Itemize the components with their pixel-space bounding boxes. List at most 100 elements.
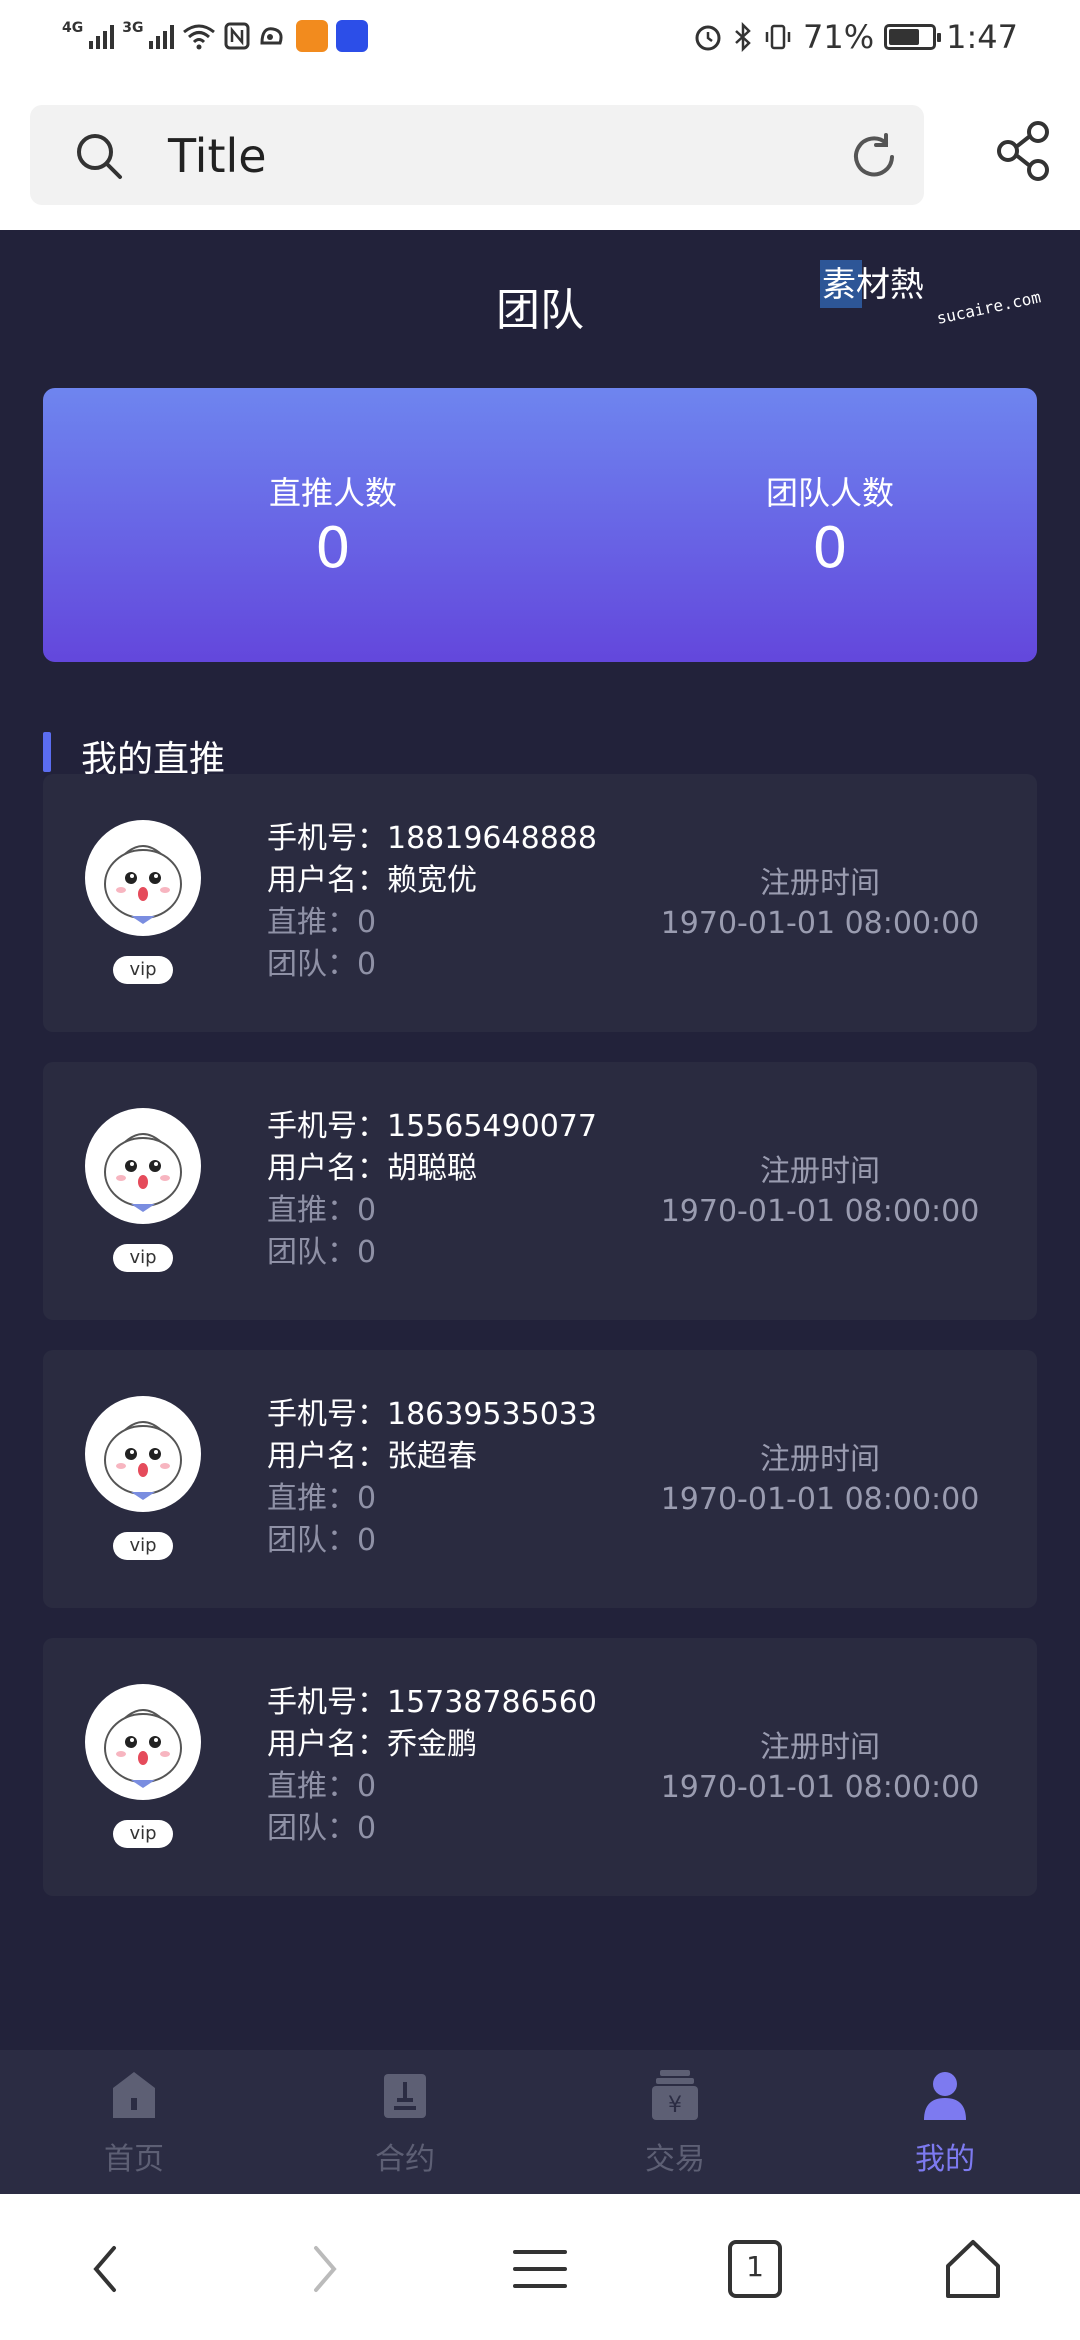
member-team: 团队：0	[267, 1811, 377, 1846]
member-info: 手机号：15565490077 用户名：胡聪聪 直推：0 团队：0	[267, 1106, 597, 1274]
member-team: 团队：0	[267, 1235, 377, 1270]
tab-contract[interactable]: 合约	[335, 2068, 475, 2178]
battery-icon	[884, 24, 942, 50]
tab-label: 合约	[375, 2142, 435, 2177]
bottom-tab-bar: 首页 合约 ¥ 交易 我的	[0, 2050, 1080, 2194]
member-info: 手机号：18819648888 用户名：赖宽优 直推：0 团队：0	[267, 818, 597, 986]
member-team: 团队：0	[267, 947, 377, 982]
app-content: 团队 素材熱 sucaire.com 直推人数 0 团队人数 0 我的直推 vi…	[0, 230, 1080, 2050]
avatar	[85, 1108, 201, 1224]
trade-icon: ¥	[652, 2070, 698, 2120]
share-icon[interactable]	[994, 118, 1054, 184]
browser-bar: Title	[0, 80, 1080, 230]
team-stat: 团队人数 0	[680, 468, 980, 581]
member-username: 用户名：张超春	[267, 1439, 477, 1474]
svg-text:素材熱: 素材熱	[822, 265, 924, 305]
member-direct: 直推：0	[267, 905, 377, 940]
network-type-2: 3G	[122, 20, 144, 36]
tab-label: 交易	[645, 2142, 705, 2177]
section-accent-bar	[43, 732, 51, 772]
avatar	[85, 1396, 201, 1512]
member-phone: 手机号：15565490077	[267, 1109, 597, 1144]
member-info: 手机号：18639535033 用户名：张超春 直推：0 团队：0	[267, 1394, 597, 1562]
search-icon[interactable]	[74, 131, 124, 181]
tab-trade[interactable]: ¥ 交易	[605, 2068, 745, 2178]
back-icon[interactable]	[72, 2234, 142, 2304]
reload-icon[interactable]	[846, 129, 902, 185]
contract-icon	[384, 2074, 426, 2118]
member-username: 用户名：胡聪聪	[267, 1151, 477, 1186]
member-direct: 直推：0	[267, 1193, 377, 1228]
watermark-logo: 素材熱 sucaire.com	[820, 260, 1043, 328]
clock: 1:47	[946, 18, 1018, 56]
tab-label: 首页	[104, 2142, 164, 2177]
app-icon-orange	[296, 20, 329, 52]
profile-icon	[924, 2072, 966, 2120]
member-card[interactable]: vip 手机号：15565490077 用户名：胡聪聪 直推：0 团队：0 注册…	[43, 1062, 1037, 1320]
signal-icon	[89, 23, 115, 49]
member-card[interactable]: vip 手机号：18639535033 用户名：张超春 直推：0 团队：0 注册…	[43, 1350, 1037, 1608]
team-count-label: 团队人数	[765, 474, 894, 512]
register-info: 注册时间 1970-01-01 08:00:00	[660, 1152, 980, 1232]
register-time: 1970-01-01 08:00:00	[660, 1194, 980, 1229]
app-icon-uc	[260, 27, 284, 45]
address-bar[interactable]: Title	[30, 105, 924, 205]
forward-icon[interactable]	[288, 2234, 358, 2304]
bluetooth-icon	[735, 22, 751, 52]
direct-stat: 直推人数 0	[183, 468, 483, 581]
avatar-image	[104, 1133, 182, 1212]
vip-badge: vip	[113, 1820, 173, 1848]
member-card[interactable]: vip 手机号：18819648888 用户名：赖宽优 直推：0 团队：0 注册…	[43, 774, 1037, 1032]
avatar-image	[104, 845, 182, 924]
direct-count-value: 0	[315, 516, 351, 581]
member-direct: 直推：0	[267, 1481, 377, 1516]
member-username: 用户名：乔金鹏	[267, 1727, 477, 1762]
register-label: 注册时间	[760, 1442, 880, 1477]
status-left: 4G 3G	[62, 20, 369, 52]
member-direct: 直推：0	[267, 1769, 377, 1804]
member-team: 团队：0	[267, 1523, 377, 1558]
team-count-value: 0	[812, 516, 848, 581]
member-phone: 手机号：18639535033	[267, 1397, 597, 1432]
direct-count-label: 直推人数	[268, 474, 397, 512]
register-info: 注册时间 1970-01-01 08:00:00	[660, 1440, 980, 1520]
member-info: 手机号：15738786560 用户名：乔金鹏 直推：0 团队：0	[267, 1682, 597, 1850]
member-phone: 手机号：15738786560	[267, 1685, 597, 1720]
register-label: 注册时间	[760, 1154, 880, 1189]
register-time: 1970-01-01 08:00:00	[660, 906, 980, 941]
battery-percent: 71%	[803, 18, 875, 56]
register-label: 注册时间	[760, 1730, 880, 1765]
register-info: 注册时间 1970-01-01 08:00:00	[660, 1728, 980, 1808]
avatar-image	[104, 1421, 182, 1500]
menu-icon[interactable]	[505, 2234, 575, 2304]
vibrate-icon	[765, 24, 791, 50]
tab-home[interactable]: 首页	[64, 2068, 204, 2178]
vip-badge: vip	[113, 1532, 173, 1560]
register-time: 1970-01-01 08:00:00	[660, 1482, 980, 1517]
browser-nav-bar: 1	[0, 2194, 1080, 2340]
battery-fill	[889, 29, 920, 45]
register-time: 1970-01-01 08:00:00	[660, 1770, 980, 1805]
register-info: 注册时间 1970-01-01 08:00:00	[660, 864, 980, 944]
tabs-count: 1	[746, 2250, 764, 2283]
vip-badge: vip	[113, 956, 173, 984]
tab-label: 我的	[915, 2142, 975, 2177]
network-type-1: 4G	[62, 20, 84, 36]
member-card[interactable]: vip 手机号：15738786560 用户名：乔金鹏 直推：0 团队：0 注册…	[43, 1638, 1037, 1896]
register-label: 注册时间	[760, 866, 880, 901]
member-username: 用户名：赖宽优	[267, 863, 477, 898]
signal-icon-2	[149, 23, 175, 49]
tabs-button[interactable]: 1	[720, 2234, 790, 2304]
avatar	[85, 820, 201, 936]
member-phone: 手机号：18819648888	[267, 821, 597, 856]
tab-profile[interactable]: 我的	[875, 2068, 1015, 2178]
status-right: 71% 1:47	[693, 18, 1018, 56]
avatar-image	[104, 1709, 182, 1788]
svg-text:¥: ¥	[668, 2093, 682, 2118]
page-title-text[interactable]: Title	[168, 129, 267, 183]
nfc-icon	[224, 22, 250, 50]
svg-text:sucaire.com: sucaire.com	[935, 287, 1043, 328]
status-bar: 4G 3G 71% 1:47	[0, 0, 1080, 80]
home-icon	[113, 2072, 155, 2118]
home-nav-icon[interactable]	[938, 2234, 1008, 2304]
